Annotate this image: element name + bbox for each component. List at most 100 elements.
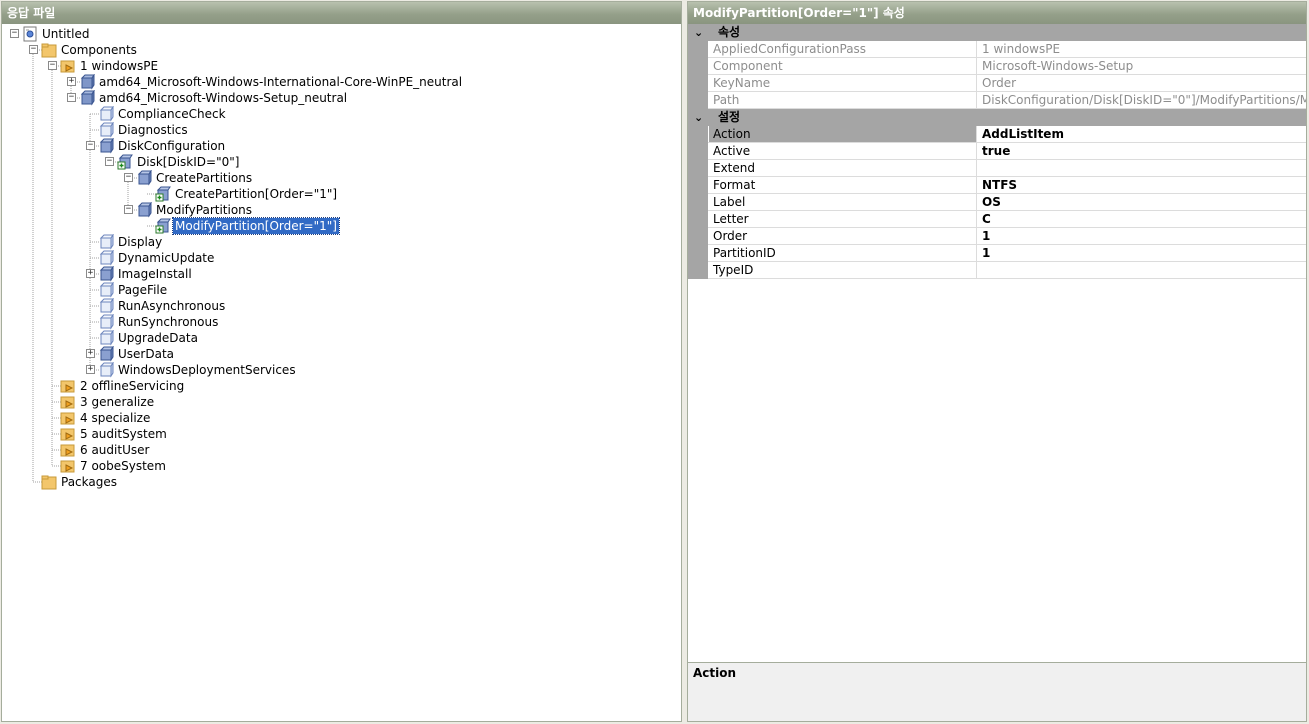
chevron-down-icon[interactable]: ⌄	[694, 24, 706, 41]
property-value[interactable]: C	[978, 211, 1306, 227]
component-icon	[79, 73, 95, 90]
property-name: TypeID	[709, 262, 977, 278]
tree-node-userdata[interactable]: + UserData	[2, 345, 681, 362]
property-value[interactable]: NTFS	[978, 177, 1306, 193]
tree-node-international-core[interactable]: + amd64_Microsoft-Windows-International-C…	[2, 73, 681, 90]
properties-pane: ModifyPartition[Order="1"] 속성 ⌄ 속성 Applied…	[687, 1, 1307, 722]
tree-node-components[interactable]: − Components	[2, 42, 681, 58]
tree-node-modifypartition1[interactable]: ModifyPartition[Order="1"]	[2, 217, 681, 235]
tree-node-packages[interactable]: Packages	[2, 474, 681, 490]
tree-node-oobesystem[interactable]: 7 oobeSystem	[2, 458, 681, 474]
collapse-icon[interactable]: −	[124, 205, 133, 214]
list-item-icon	[155, 186, 171, 202]
answer-file-tree[interactable]: − Untitled − Components −1 windowsPE + amd64_M…	[2, 24, 681, 721]
property-grid[interactable]: ⌄ 속성 AppliedConfigurationPass 1 windowsPE Co…	[688, 24, 1306, 660]
property-row-gutter	[688, 58, 708, 75]
tree-node-wds[interactable]: + WindowsDeploymentServices	[2, 361, 681, 378]
tree-node-label: 2 offlineServicing	[80, 379, 185, 393]
setting-filled-icon	[136, 201, 152, 218]
tree-node-modifypartitions[interactable]: − ModifyPartitions	[2, 201, 681, 218]
property-row[interactable]: KeyName Order	[688, 75, 1306, 92]
tree-node-windowspe[interactable]: − 1 windowsPE	[2, 58, 681, 74]
tree-node-createpartition1[interactable]: CreatePartition[Order="1"]	[2, 186, 681, 202]
tree-node-label: amd64_Microsoft-Windows-International-Co…	[99, 75, 463, 89]
tree-node-pagefile[interactable]: PageFile	[2, 281, 681, 298]
expand-icon[interactable]: +	[86, 349, 95, 358]
property-help-title: Action	[693, 666, 737, 680]
answer-file-icon	[22, 26, 38, 42]
tree-node-diskconfiguration[interactable]: − DiskConfiguration	[2, 137, 681, 154]
pass-folder-icon	[60, 378, 76, 394]
tree-node-generalize[interactable]: 3 generalize	[2, 394, 681, 410]
collapse-icon[interactable]: −	[67, 93, 76, 102]
setting-empty-icon	[98, 281, 114, 298]
list-item-icon	[155, 218, 171, 234]
tree-node-specialize[interactable]: 4 specialize	[2, 410, 681, 426]
property-value[interactable]: AddListItem	[978, 126, 1306, 142]
tree-node-label: DiskConfiguration	[118, 139, 226, 153]
property-row[interactable]: AppliedConfigurationPass 1 windowsPE	[688, 41, 1306, 58]
expand-icon[interactable]: +	[86, 365, 95, 374]
property-row-gutter	[688, 194, 708, 211]
tree-node-diagnostics[interactable]: Diagnostics	[2, 121, 681, 138]
tree-node-runasynchronous[interactable]: RunAsynchronous	[2, 297, 681, 314]
property-row[interactable]: TypeID	[688, 262, 1306, 279]
property-value: 1 windowsPE	[982, 42, 1061, 56]
tree-node-label: WindowsDeploymentServices	[118, 363, 296, 377]
property-value[interactable]: 1	[978, 245, 1306, 261]
properties-pane-title: ModifyPartition[Order="1"] 속성	[688, 2, 1306, 24]
tree-node-label: ImageInstall	[118, 267, 192, 281]
tree-node-compliancecheck[interactable]: ComplianceCheck	[2, 105, 681, 122]
tree-node-untitled[interactable]: − Untitled	[2, 26, 681, 42]
tree-node-imageinstall[interactable]: + ImageInstall	[2, 265, 681, 282]
property-row[interactable]: Action AddListItem	[688, 126, 1306, 143]
property-category[interactable]: ⌄ 설정	[688, 109, 1306, 126]
tree-node-label: Packages	[61, 475, 117, 489]
collapse-icon[interactable]: −	[48, 61, 57, 70]
expand-icon[interactable]: +	[86, 269, 95, 278]
tree-node-auditsystem[interactable]: 5 auditSystem	[2, 426, 681, 442]
property-row[interactable]: Active true	[688, 143, 1306, 160]
property-row[interactable]: PartitionID 1	[688, 245, 1306, 262]
pass-folder-icon	[60, 458, 76, 474]
property-value[interactable]: true	[978, 143, 1306, 159]
collapse-icon[interactable]: −	[124, 173, 133, 182]
tree-node-dynamicupdate[interactable]: DynamicUpdate	[2, 249, 681, 266]
property-row[interactable]: Letter C	[688, 211, 1306, 228]
pass-folder-icon	[60, 58, 76, 74]
folder-icon	[41, 42, 57, 58]
tree-node-runsynchronous[interactable]: RunSynchronous	[2, 313, 681, 330]
property-value[interactable]: OS	[978, 194, 1306, 210]
tree-node-label: RunAsynchronous	[118, 299, 226, 313]
collapse-icon[interactable]: −	[105, 157, 114, 166]
property-value[interactable]: 1	[978, 228, 1306, 244]
pass-folder-icon	[60, 426, 76, 442]
property-category[interactable]: ⌄ 속성	[688, 24, 1306, 41]
property-row[interactable]: Order 1	[688, 228, 1306, 245]
tree-node-createpartitions[interactable]: − CreatePartitions	[2, 169, 681, 186]
property-row-gutter	[688, 75, 708, 92]
tree-node-audituser[interactable]: 6 auditUser	[2, 442, 681, 458]
tree-node-display[interactable]: Display	[2, 233, 681, 250]
property-value[interactable]	[978, 262, 1306, 278]
property-row[interactable]: Extend	[688, 160, 1306, 177]
tree-node-setup[interactable]: − amd64_Microsoft-Windows-Setup_neutral	[2, 89, 681, 106]
setting-empty-icon	[98, 313, 114, 330]
tree-node-upgradedata[interactable]: UpgradeData	[2, 329, 681, 346]
setting-filled-icon	[136, 169, 152, 186]
expand-icon[interactable]: +	[67, 77, 76, 86]
chevron-down-icon[interactable]: ⌄	[694, 109, 706, 126]
property-row[interactable]: Component Microsoft-Windows-Setup	[688, 58, 1306, 75]
property-row-gutter	[688, 160, 708, 177]
collapse-icon[interactable]: −	[29, 45, 38, 54]
property-row[interactable]: Format NTFS	[688, 177, 1306, 194]
collapse-icon[interactable]: −	[10, 29, 19, 38]
property-value[interactable]	[978, 160, 1306, 176]
tree-node-offlineservicing[interactable]: 2 offlineServicing	[2, 378, 681, 394]
property-row[interactable]: Path DiskConfiguration/Disk[DiskID="0"]/M…	[688, 92, 1306, 109]
pass-folder-icon	[60, 394, 76, 410]
collapse-icon[interactable]: −	[86, 141, 95, 150]
tree-node-disk0[interactable]: − Disk[DiskID="0"]	[2, 154, 681, 170]
property-row[interactable]: Label OS	[688, 194, 1306, 211]
setting-filled-icon	[98, 345, 114, 362]
